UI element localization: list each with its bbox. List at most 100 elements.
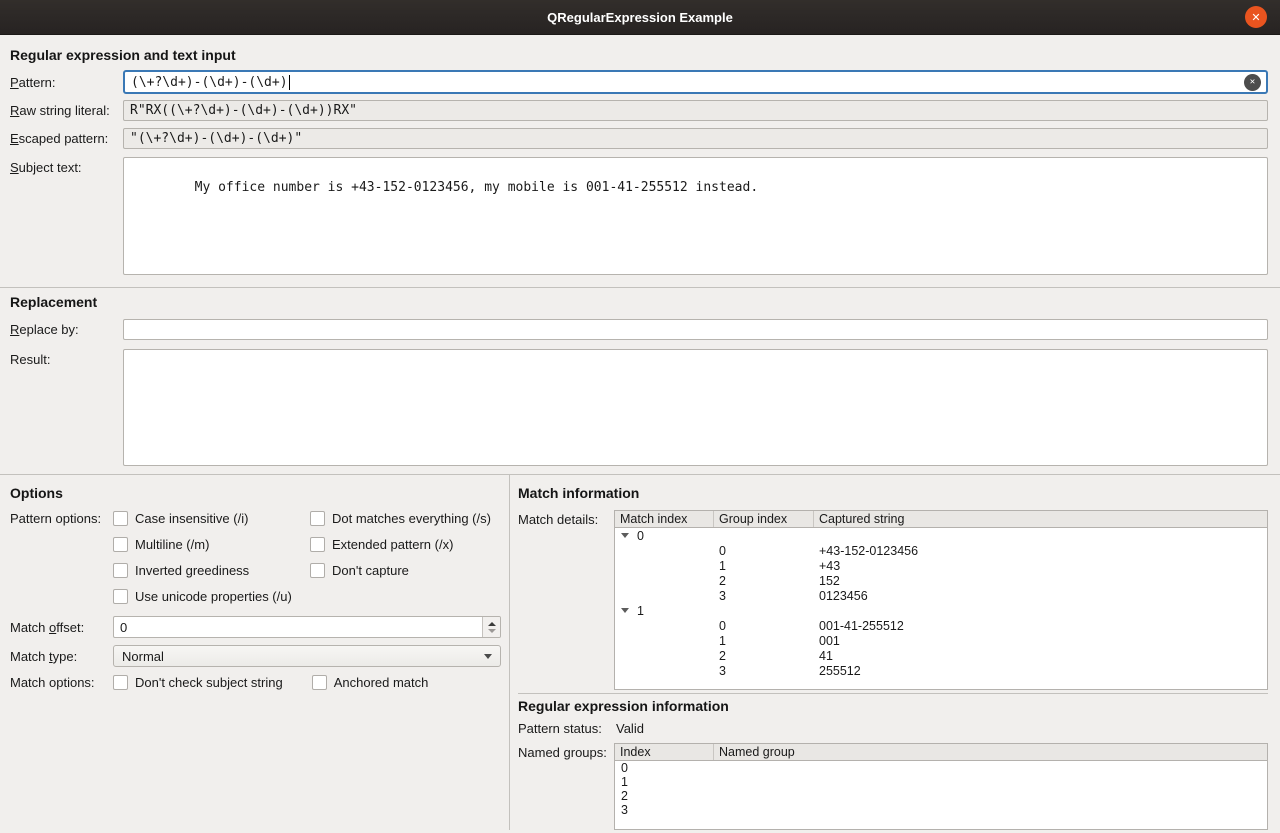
checkbox-case-insensitive-i[interactable]: Case insensitive (/i) [113, 510, 310, 526]
raw-string-value: R"RX((\+?\d+)-(\d+)-(\d+))RX" [130, 103, 357, 118]
raw-string-label: Raw string literal: [10, 103, 123, 118]
pattern-label: Pattern: [10, 75, 123, 90]
options-heading: Options [10, 485, 509, 501]
tree-row[interactable]: 1001 [615, 633, 1267, 648]
tree-row[interactable]: 1 [615, 603, 1267, 618]
checkbox-don-t-check-subject-string[interactable]: Don't check subject string [113, 674, 283, 690]
escaped-pattern-row: Escaped pattern: "(\+?\d+)-(\d+)-(\d+)" [10, 128, 1268, 149]
section-divider [0, 287, 1280, 288]
index-cell: 1 [615, 775, 714, 789]
pattern-value: (\+?\d+)-(\d+)-(\d+) [131, 75, 288, 90]
match-offset-row: Match offset: 0 [10, 616, 509, 638]
match-details-row: Match details: Match index Group index C… [518, 510, 1268, 690]
collapse-arrow-icon[interactable] [621, 608, 629, 613]
checkbox-box[interactable] [113, 589, 128, 604]
escaped-pattern-value: "(\+?\d+)-(\d+)-(\d+)" [130, 131, 302, 146]
checkbox-label: Anchored match [334, 675, 429, 690]
replace-by-row: Replace by: [10, 319, 1268, 340]
named-group-row[interactable]: 3 [615, 803, 1267, 817]
match-offset-value: 0 [114, 617, 482, 637]
options-column: Options Pattern options: Case insensitiv… [0, 475, 509, 833]
captured-string-cell: 255512 [814, 664, 1267, 678]
match-offset-label: Match offset: [10, 620, 113, 635]
match-index-cell: 0 [615, 529, 714, 543]
checkbox-box[interactable] [113, 675, 128, 690]
replace-by-input[interactable] [123, 319, 1268, 340]
checkbox-box[interactable] [312, 675, 327, 690]
subject-text-row: Subject text: My office number is +43-15… [10, 157, 1268, 275]
named-group-row[interactable]: 1 [615, 775, 1267, 789]
table-header-index[interactable]: Index [615, 744, 714, 760]
chevron-down-icon [484, 654, 492, 659]
tree-row[interactable]: 0001-41-255512 [615, 618, 1267, 633]
named-group-row[interactable]: 0 [615, 761, 1267, 775]
collapse-arrow-icon[interactable] [621, 533, 629, 538]
checkbox-box[interactable] [113, 511, 128, 526]
window-title: QRegularExpression Example [547, 10, 733, 25]
text-caret [289, 75, 290, 90]
pattern-options-col2: Dot matches everything (/s) Extended patt… [310, 510, 491, 614]
checkbox-box[interactable] [113, 537, 128, 552]
group-index-cell: 2 [714, 574, 814, 588]
titlebar[interactable]: QRegularExpression Example ✕ [0, 0, 1280, 35]
tree-header-group-index[interactable]: Group index [714, 511, 814, 527]
match-type-combobox[interactable]: Normal [113, 645, 501, 667]
match-details-tree[interactable]: Match index Group index Captured string … [614, 510, 1268, 690]
tree-row[interactable]: 3255512 [615, 663, 1267, 678]
clear-button[interactable]: ✕ [1244, 74, 1261, 91]
close-icon: ✕ [1251, 11, 1260, 24]
tree-row[interactable]: 241 [615, 648, 1267, 663]
checkbox-don-t-capture[interactable]: Don't capture [310, 562, 491, 578]
group-index-cell: 1 [714, 559, 814, 573]
pattern-options-col1: Case insensitive (/i) Multiline (/m) Inver… [113, 510, 310, 614]
match-info-heading: Match information [518, 485, 1268, 501]
tree-row[interactable]: 0 [615, 528, 1267, 543]
pattern-input[interactable]: (\+?\d+)-(\d+)-(\d+) ✕ [123, 70, 1268, 94]
tree-row[interactable]: 2152 [615, 573, 1267, 588]
spin-down-icon[interactable] [488, 629, 496, 633]
checkbox-box[interactable] [310, 511, 325, 526]
tree-row[interactable]: 1+43 [615, 558, 1267, 573]
named-groups-row: Named groups: Index Named group 0123 [518, 743, 1268, 830]
checkbox-use-unicode-properties-u[interactable]: Use unicode properties (/u) [113, 588, 310, 604]
result-area[interactable] [123, 349, 1268, 466]
tree-row[interactable]: 30123456 [615, 588, 1267, 603]
subject-text-label: Subject text: [10, 157, 123, 175]
checkbox-extended-pattern-x[interactable]: Extended pattern (/x) [310, 536, 491, 552]
regex-info-heading: Regular expression information [518, 698, 1268, 714]
result-label: Result: [10, 349, 123, 367]
clear-icon: ✕ [1250, 77, 1255, 87]
escaped-pattern-label: Escaped pattern: [10, 131, 123, 146]
table-header-named-group[interactable]: Named group [714, 744, 1267, 760]
checkbox-box[interactable] [113, 563, 128, 578]
named-group-row[interactable]: 2 [615, 789, 1267, 803]
raw-string-field[interactable]: R"RX((\+?\d+)-(\d+)-(\d+))RX" [123, 100, 1268, 121]
group-index-cell: 1 [714, 634, 814, 648]
checkbox-box[interactable] [310, 537, 325, 552]
checkbox-anchored-match[interactable]: Anchored match [312, 674, 429, 690]
tree-header-captured-string[interactable]: Captured string [814, 511, 1267, 527]
pattern-options-label: Pattern options: [10, 510, 113, 526]
checkbox-label: Extended pattern (/x) [332, 537, 453, 552]
spin-up-icon[interactable] [488, 622, 496, 626]
match-options-row: Match options: Don't check subject strin… [10, 674, 509, 690]
spinbox-buttons[interactable] [482, 617, 500, 637]
close-button[interactable]: ✕ [1245, 6, 1267, 28]
replace-by-label: Replace by: [10, 322, 123, 337]
tree-header-match-index[interactable]: Match index [615, 511, 714, 527]
checkbox-box[interactable] [310, 563, 325, 578]
checkbox-dot-matches-everything-s[interactable]: Dot matches everything (/s) [310, 510, 491, 526]
captured-string-cell: 001 [814, 634, 1267, 648]
named-groups-table[interactable]: Index Named group 0123 [614, 743, 1268, 830]
raw-string-row: Raw string literal: R"RX((\+?\d+)-(\d+)-… [10, 100, 1268, 121]
match-offset-spinbox[interactable]: 0 [113, 616, 501, 638]
escaped-pattern-field[interactable]: "(\+?\d+)-(\d+)-(\d+)" [123, 128, 1268, 149]
subject-text-area[interactable]: My office number is +43-152-0123456, my … [123, 157, 1268, 275]
pattern-row: Pattern: (\+?\d+)-(\d+)-(\d+) ✕ [10, 70, 1268, 94]
checkbox-multiline-m[interactable]: Multiline (/m) [113, 536, 310, 552]
checkbox-inverted-greediness[interactable]: Inverted greediness [113, 562, 310, 578]
pattern-status-row: Pattern status: Valid [518, 721, 1268, 736]
result-row: Result: [10, 349, 1268, 466]
tree-row[interactable]: 0+43-152-0123456 [615, 543, 1267, 558]
match-options-checkboxes: Don't check subject string Anchored match [113, 674, 509, 690]
